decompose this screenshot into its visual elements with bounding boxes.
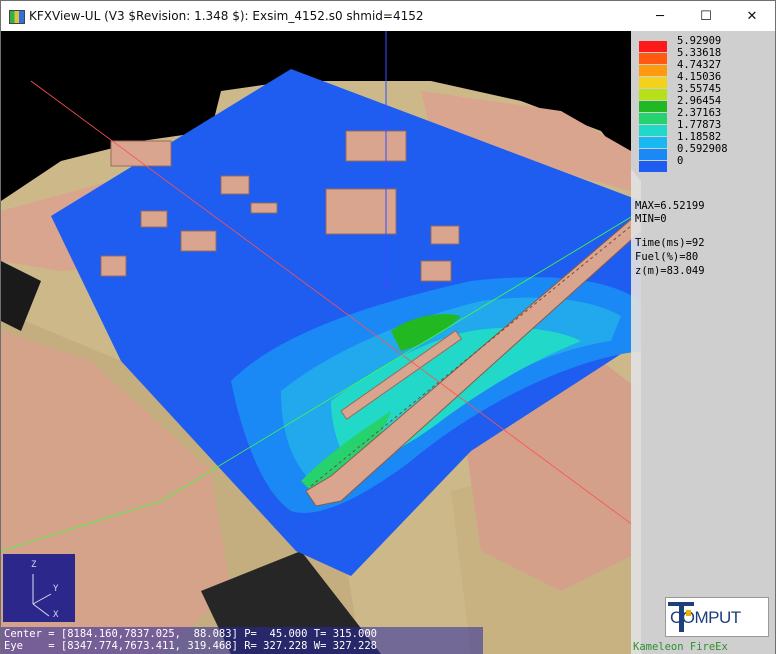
colorbar-bin (639, 101, 667, 112)
maximize-button[interactable]: ☐ (683, 1, 729, 31)
building-small-2 (430, 225, 460, 245)
colorbar-swatch (639, 41, 667, 52)
logo-mark-icon (668, 602, 694, 632)
minimize-button[interactable]: ─ (637, 1, 683, 31)
colorbar-swatch (639, 65, 667, 76)
camera-eye: Eye = [8347.774,7673.411, 319.468] R= 32… (4, 640, 377, 652)
colorbar-label: 4.74327 (677, 59, 722, 71)
min-value: MIN=0 (635, 213, 667, 225)
colorbar-swatch (639, 161, 667, 172)
colorbar-bin (639, 137, 667, 148)
colorbar-label: 1.77873 (677, 119, 722, 131)
building-north (345, 130, 407, 162)
axis-y-label: Y (53, 584, 59, 594)
max-value: MAX=6.52199 (635, 200, 705, 212)
colorbar-swatch (639, 149, 667, 160)
colorbar-label: 3.55745 (677, 83, 722, 95)
colorbar-bin (639, 53, 667, 64)
axis-z-label: Z (31, 560, 37, 570)
colorbar-bin (639, 41, 667, 52)
building-mid (180, 230, 217, 252)
colorbar-swatch (639, 125, 667, 136)
colorbar-bin (639, 77, 667, 88)
colorbar-label: 2.96454 (677, 95, 722, 107)
building-small-3 (220, 175, 250, 195)
colorbar-swatch (639, 77, 667, 88)
window-controls: ─ ☐ ✕ (637, 1, 775, 31)
colorbar-label: 5.33618 (677, 47, 722, 59)
time-value: Time(ms)=92 (635, 237, 705, 249)
colorbar-swatch (639, 89, 667, 100)
colorbar-swatch (639, 53, 667, 64)
colorbar-label: 1.18582 (677, 131, 722, 143)
kfxview-window: KFXView-UL (V3 $Revision: 1.348 $): Exsi… (0, 0, 776, 654)
colorbar-label: 4.15036 (677, 71, 722, 83)
building-small-1 (100, 255, 127, 277)
colorbar-bin (639, 113, 667, 124)
z-value: z(m)=83.049 (635, 265, 705, 277)
close-button[interactable]: ✕ (729, 1, 775, 31)
building-small-6 (250, 202, 278, 214)
axis-x-label: X (53, 610, 59, 620)
colorbar-label: 2.37163 (677, 107, 722, 119)
3d-viewport[interactable]: 5.92909 5.33618 4.74327 4.15036 3.55745 2.964… (1, 31, 775, 654)
legend-panel: 5.92909 5.33618 4.74327 4.15036 3.55745 2.964… (631, 31, 775, 654)
colorbar-label: 0 (677, 155, 684, 167)
app-icon (9, 10, 25, 24)
fuel-value: Fuel(%)=80 (635, 251, 699, 263)
colorbar-bin (639, 149, 667, 160)
colorbar-swatch (639, 137, 667, 148)
building-small-5 (420, 260, 452, 282)
product-name: Kameleon FireEx (633, 641, 728, 653)
colorbar-bin (639, 161, 667, 172)
colorbar-bin (639, 125, 667, 136)
computit-logo: COMPUT (665, 597, 769, 637)
window-title: KFXView-UL (V3 $Revision: 1.348 $): Exsi… (29, 9, 424, 23)
colorbar-label: 0.592908 (677, 143, 728, 155)
colorbar-bin (639, 89, 667, 100)
camera-status-bar: Center = [8184.160,7837.025, 88.083] P= … (1, 627, 483, 654)
colorbar-swatch (639, 113, 667, 124)
colorbar-label: 5.92909 (677, 35, 722, 47)
camera-center: Center = [8184.160,7837.025, 88.083] P= … (4, 628, 377, 640)
title-bar[interactable]: KFXView-UL (V3 $Revision: 1.348 $): Exsi… (1, 1, 775, 31)
axis-triad: Z Y X (3, 554, 75, 622)
building-small-4 (140, 210, 168, 228)
colorbar-swatch (639, 101, 667, 112)
colorbar-bin (639, 65, 667, 76)
